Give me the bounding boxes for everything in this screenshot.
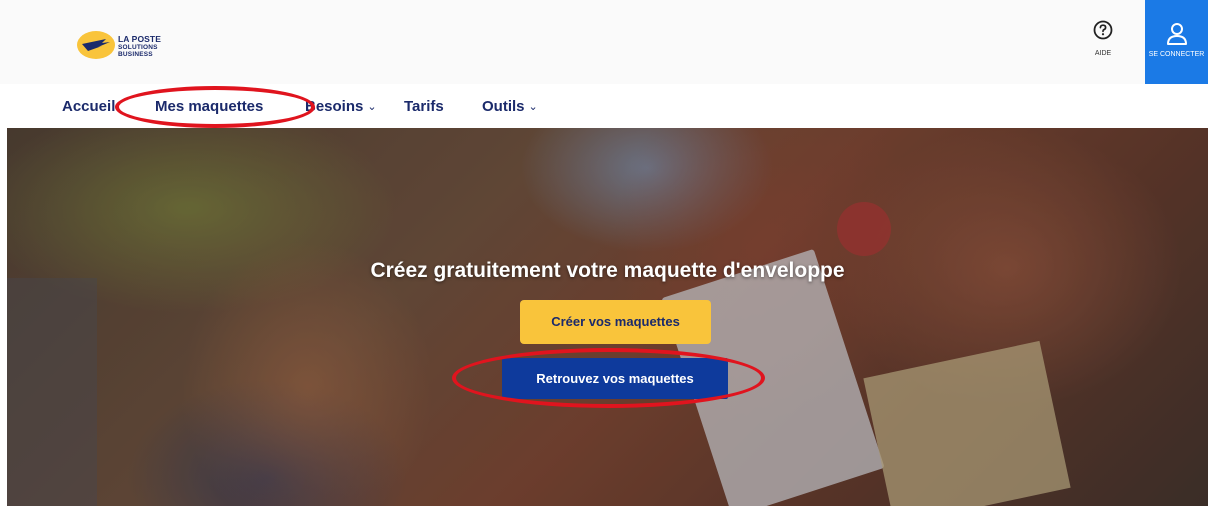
hero-banner: Créez gratuitement votre maquette d'enve… xyxy=(7,128,1208,506)
user-icon xyxy=(1166,23,1187,45)
aide-label: AIDE xyxy=(1094,50,1112,57)
hero-title: Créez gratuitement votre maquette d'enve… xyxy=(370,259,845,282)
la-poste-logo[interactable]: LA POSTE SOLUTIONS BUSINESS xyxy=(76,30,186,64)
nav-item-label: Besoins xyxy=(305,98,364,115)
main-nav: Accueil Mes maquettes Besoins ⌄ Tarifs Ou… xyxy=(0,84,1208,130)
aide-button[interactable]: AIDE xyxy=(1086,20,1120,70)
site-header: LA POSTE SOLUTIONS BUSINESS AIDE SE CONN… xyxy=(0,0,1208,84)
nav-item-besoins[interactable]: Besoins ⌄ xyxy=(305,98,377,115)
la-poste-bird-icon xyxy=(77,31,115,59)
create-maquettes-button[interactable]: Créer vos maquettes xyxy=(520,300,711,344)
nav-item-label: Tarifs xyxy=(404,98,444,115)
nav-item-tarifs[interactable]: Tarifs xyxy=(404,98,444,115)
nav-item-mes-maquettes[interactable]: Mes maquettes xyxy=(155,98,263,115)
logo-line-3: BUSINESS xyxy=(118,51,153,58)
logo-line-1: LA POSTE xyxy=(118,34,161,44)
nav-item-outils[interactable]: Outils ⌄ xyxy=(482,98,538,115)
nav-item-accueil[interactable]: Accueil xyxy=(62,98,115,115)
retrouvez-maquettes-button[interactable]: Retrouvez vos maquettes xyxy=(502,358,728,399)
se-connecter-label: SE CONNECTER xyxy=(1148,51,1205,58)
question-circle-icon xyxy=(1093,20,1113,40)
chevron-down-icon: ⌄ xyxy=(528,101,538,113)
se-connecter-button[interactable]: SE CONNECTER xyxy=(1145,0,1208,84)
nav-item-label: Accueil xyxy=(62,98,116,115)
chevron-down-icon: ⌄ xyxy=(367,101,377,113)
nav-item-label: Outils xyxy=(482,98,525,115)
nav-item-label: Mes maquettes xyxy=(155,98,264,115)
